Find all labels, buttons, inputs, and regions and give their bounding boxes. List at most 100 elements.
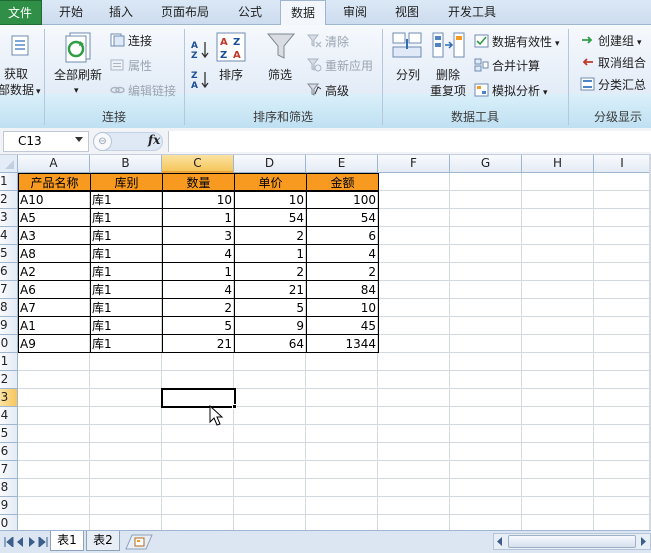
table-cell[interactable]: A6 — [18, 281, 90, 299]
column-header-h[interactable]: H — [522, 155, 594, 173]
tab-data[interactable]: 数据 — [280, 0, 326, 26]
remove-duplicates-icon[interactable] — [432, 31, 466, 61]
table-cell[interactable]: 1 — [162, 209, 234, 227]
column-header-c[interactable]: C — [162, 155, 234, 173]
table-cell[interactable]: 4 — [162, 245, 234, 263]
insert-function-icon[interactable]: fx — [148, 133, 160, 147]
row-header-19[interactable]: 19 — [0, 497, 18, 515]
table-cell[interactable]: 10 — [162, 191, 234, 209]
row-header-8[interactable]: 8 — [0, 299, 18, 317]
sort-ascending-icon[interactable]: A Z — [190, 39, 210, 61]
column-header-d[interactable]: D — [234, 155, 306, 173]
table-cell[interactable]: 5 — [234, 299, 306, 317]
edit-links-button[interactable]: 编辑链接 — [110, 83, 176, 99]
row-header-12[interactable]: 12 — [0, 371, 18, 389]
table-cell[interactable]: 1 — [162, 263, 234, 281]
table-cell[interactable]: 3 — [162, 227, 234, 245]
column-header-f[interactable]: F — [378, 155, 450, 173]
text-to-columns-icon[interactable] — [392, 31, 424, 61]
subtotal-button[interactable]: 分类汇总 — [580, 77, 646, 93]
table-cell[interactable]: 64 — [234, 335, 306, 353]
remove-duplicates-label-1[interactable]: 删除 — [436, 67, 460, 83]
row-header-17[interactable]: 17 — [0, 461, 18, 479]
table-cell[interactable]: 2 — [234, 263, 306, 281]
data-validation-button[interactable]: 数据有效性 ▾ — [474, 34, 560, 52]
table-cell[interactable]: 库1 — [90, 317, 162, 335]
table-cell[interactable]: 库1 — [90, 299, 162, 317]
column-header-i[interactable]: I — [594, 155, 651, 173]
formula-input[interactable] — [168, 131, 651, 152]
table-cell[interactable]: A10 — [18, 191, 90, 209]
reapply-button[interactable]: 重新应用 — [307, 58, 373, 74]
table-cell[interactable]: A7 — [18, 299, 90, 317]
tab-home[interactable]: 开始 — [50, 0, 92, 25]
remove-duplicates-label-2[interactable]: 重复项 — [430, 83, 466, 99]
table-cell[interactable]: 1344 — [306, 335, 378, 353]
row-header-5[interactable]: 5 — [0, 245, 18, 263]
table-cell[interactable]: 库1 — [90, 245, 162, 263]
tab-page-layout[interactable]: 页面布局 — [152, 0, 218, 25]
row-header-9[interactable]: 9 — [0, 317, 18, 335]
filter-button[interactable]: 筛选 — [268, 67, 292, 83]
sheet-nav-arrows-icon[interactable] — [4, 537, 48, 547]
tab-developer[interactable]: 开发工具 — [438, 0, 506, 25]
row-header-4[interactable]: 4 — [0, 227, 18, 245]
table-cell[interactable]: 10 — [306, 299, 378, 317]
tab-file[interactable]: 文件 — [0, 0, 42, 25]
table-cell[interactable]: 5 — [162, 317, 234, 335]
table-cell[interactable]: 库1 — [90, 335, 162, 353]
expand-circle-icon[interactable]: ⊖ — [93, 132, 112, 151]
table-cell[interactable]: 2 — [306, 263, 378, 281]
refresh-all-icon[interactable] — [64, 31, 94, 63]
get-data-label-1[interactable]: 获取 — [4, 66, 28, 82]
row-header-2[interactable]: 2 — [0, 191, 18, 209]
scroll-right-icon[interactable] — [638, 536, 648, 547]
name-box-dropdown-icon[interactable] — [75, 137, 83, 142]
sheet-tab-2[interactable]: 表2 — [86, 531, 120, 551]
insert-sheet-icon[interactable] — [124, 534, 154, 550]
table-cell[interactable]: A1 — [18, 317, 90, 335]
sort-dialog-icon[interactable]: A Z Z A — [216, 32, 246, 62]
tab-insert[interactable]: 插入 — [100, 0, 142, 25]
table-cell[interactable]: 库1 — [90, 209, 162, 227]
row-header-15[interactable]: 15 — [0, 425, 18, 443]
table-cell[interactable]: A2 — [18, 263, 90, 281]
row-header-18[interactable]: 18 — [0, 479, 18, 497]
what-if-analysis-button[interactable]: 模拟分析 ▾ — [474, 83, 548, 101]
consolidate-button[interactable]: 合并计算 — [474, 58, 540, 74]
properties-button[interactable]: 属性 — [110, 58, 152, 74]
tab-review[interactable]: 审阅 — [334, 0, 376, 25]
tab-formulas[interactable]: 公式 — [226, 0, 274, 25]
advanced-filter-button[interactable]: 高级 — [307, 83, 349, 99]
column-header-a[interactable]: A — [18, 155, 90, 173]
table-cell[interactable]: 45 — [306, 317, 378, 335]
scroll-left-icon[interactable] — [495, 536, 505, 547]
table-cell[interactable]: 4 — [162, 281, 234, 299]
row-header-1[interactable]: 1 — [0, 173, 18, 191]
column-header-b[interactable]: B — [90, 155, 162, 173]
clear-filter-button[interactable]: 清除 — [307, 34, 349, 50]
table-cell[interactable]: 54 — [306, 209, 378, 227]
table-cell[interactable]: 库1 — [90, 227, 162, 245]
fill-handle[interactable] — [232, 404, 237, 409]
table-cell[interactable]: 2 — [234, 227, 306, 245]
connections-button[interactable]: 连接 — [110, 33, 152, 49]
filter-funnel-icon[interactable] — [266, 31, 296, 63]
sheet-tab-1[interactable]: 表1 — [50, 531, 84, 551]
table-cell[interactable]: 54 — [234, 209, 306, 227]
sort-button[interactable]: 排序 — [219, 67, 243, 83]
table-cell[interactable]: 9 — [234, 317, 306, 335]
row-header-11[interactable]: 11 — [0, 353, 18, 371]
get-data-label-2[interactable]: 部数据 ▾ — [0, 82, 41, 100]
table-cell[interactable]: 6 — [306, 227, 378, 245]
table-cell[interactable]: 84 — [306, 281, 378, 299]
row-header-10[interactable]: 10 — [0, 335, 18, 353]
row-header-3[interactable]: 3 — [0, 209, 18, 227]
table-cell[interactable]: 1 — [234, 245, 306, 263]
row-header-7[interactable]: 7 — [0, 281, 18, 299]
sort-descending-icon[interactable]: Z A — [190, 69, 210, 91]
text-to-columns-button[interactable]: 分列 — [396, 67, 420, 83]
row-header-16[interactable]: 16 — [0, 443, 18, 461]
table-cell[interactable]: 21 — [234, 281, 306, 299]
table-cell[interactable]: A8 — [18, 245, 90, 263]
